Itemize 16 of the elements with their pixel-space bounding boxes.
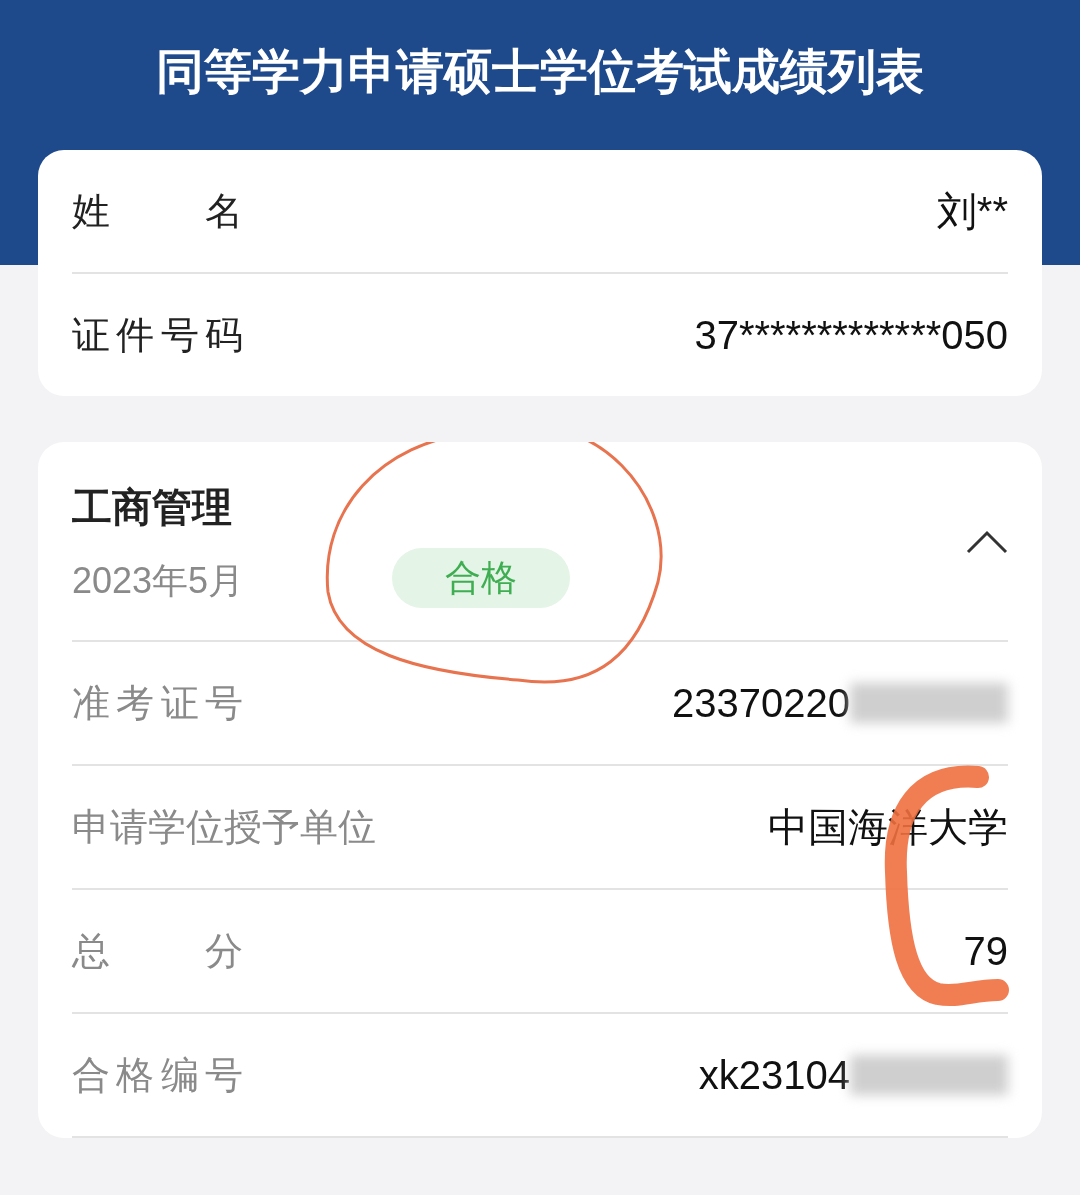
field-value: 37*************050 [694, 312, 1008, 358]
subject-title: 工商管理 [72, 483, 232, 532]
exam-date: 2023年5月 [72, 559, 245, 603]
page-title: 同等学力申请硕士学位考试成绩列表 [155, 42, 925, 101]
field-value: 79 [963, 928, 1008, 974]
field-label: 合格编号 [72, 1051, 243, 1099]
field-label: 准考证号 [72, 679, 243, 727]
field-label: 姓名 [72, 187, 243, 235]
field-value: 23370220 [672, 680, 850, 726]
field-label: 申请学位授予单位 [72, 803, 376, 851]
field-value: 刘** [936, 187, 1008, 235]
field-label: 总分 [72, 927, 243, 975]
status-badge: 合格 [392, 548, 570, 608]
chevron-up-icon[interactable] [966, 530, 1008, 554]
field-label: 证件号码 [72, 311, 243, 359]
field-value: xk23104 [698, 1052, 850, 1098]
